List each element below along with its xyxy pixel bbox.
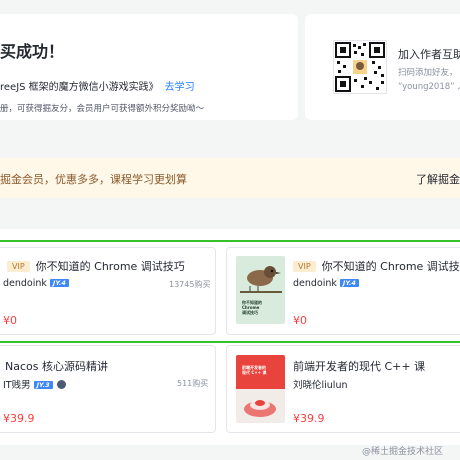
course-title-text: 你不知道的 Chrome 调试技巧 <box>321 260 460 273</box>
level-badge: JY.3 <box>33 381 53 389</box>
watermark: @稀土掘金技术社区 <box>362 447 444 457</box>
author-wechat-id: “young2018” 入 <box>398 82 460 92</box>
course-name: reeJS 框架的魔方微信小游戏实践》 <box>0 82 159 93</box>
course-title-text: 你不知道的 Chrome 调试技巧 <box>35 260 185 273</box>
go-study-link[interactable]: 去学习 <box>165 82 195 93</box>
vip-banner: 掘金会员，优惠多多，课程学习更划算 了解掘金 <box>0 158 460 198</box>
course-title: 前端开发者的现代 C++ 课 <box>293 360 426 373</box>
course-title: VIP 你不知道的 Chrome 调试技巧 <box>293 258 460 274</box>
sparrow-icon <box>240 266 282 293</box>
success-course-line: reeJS 框架的魔方微信小游戏实践》 去学习 <box>0 78 195 93</box>
abstract-art-icon <box>244 400 276 417</box>
course-price: ¥0 <box>3 314 17 327</box>
course-price: ¥39.9 <box>293 412 325 425</box>
success-title: 买成功！ <box>0 42 65 61</box>
course-title: VIP 你不知道的 Chrome 调试技巧 <box>7 258 185 274</box>
sales-count: 511购买 <box>177 379 209 388</box>
vip-tag: VIP <box>7 261 30 272</box>
vip-banner-text: 掘金会员，优惠多多，课程学习更划算 <box>0 173 187 186</box>
sales-count: 13745购买 <box>169 280 211 289</box>
author-group-title: 加入作者互助 <box>398 48 460 61</box>
course-card[interactable]: 前端开发者的 现代 C++ 课 前端开发者的现代 C++ 课 刘晓伦liulun… <box>226 345 460 433</box>
course-price: ¥39.9 <box>3 412 35 425</box>
course-cover: 你不知道的 Chrome 调试技巧 <box>236 256 285 324</box>
course-title: Nacos 核心源码精讲 <box>5 360 108 373</box>
course-card[interactable]: Nacos 核心源码精讲 IT贱男 JY.3 511购买 ¥39.9 <box>0 345 216 433</box>
author-contact-card: 加入作者互助 扫码添加好友， “young2018” 入 <box>305 14 460 120</box>
success-tip: 册，可获得掘友分，会员用户可获得额外积分奖励呦～ <box>0 104 205 114</box>
author-name: IT贱男 <box>3 380 31 391</box>
vip-tag: VIP <box>293 261 316 272</box>
course-author[interactable]: dendoink JY.4 <box>293 278 359 289</box>
level-badge: JY.4 <box>49 279 69 287</box>
level-badge: JY.4 <box>339 279 359 287</box>
author-name: 刘晓伦liulun <box>293 380 348 391</box>
course-author[interactable]: dendoink JY.4 <box>3 278 69 289</box>
purchase-success-card: 买成功！ reeJS 框架的魔方微信小游戏实践》 去学习 册，可获得掘友分，会员用… <box>0 14 298 120</box>
cover-title: 你不知道的 Chrome 调试技巧 <box>242 300 262 315</box>
course-cover: 前端开发者的 现代 C++ 课 <box>236 355 285 423</box>
vip-learn-more-link[interactable]: 了解掘金 <box>416 171 460 187</box>
course-card[interactable]: VIP 你不知道的 Chrome 调试技巧 dendoink JY.4 13745购… <box>0 247 216 335</box>
course-price: ¥0 <box>293 314 307 327</box>
author-group-desc: 扫码添加好友， <box>398 68 458 78</box>
author-name: dendoink <box>293 278 337 289</box>
author-name: dendoink <box>3 278 47 289</box>
course-author[interactable]: 刘晓伦liulun <box>293 377 347 391</box>
course-author[interactable]: IT贱男 JY.3 <box>3 377 66 391</box>
certified-badge-icon <box>56 380 66 389</box>
cover-title: 前端开发者的 现代 C++ 课 <box>242 365 267 375</box>
course-card[interactable]: 你不知道的 Chrome 调试技巧 VIP 你不知道的 Chrome 调试技巧 d… <box>226 247 460 335</box>
qr-code-icon <box>333 40 387 94</box>
